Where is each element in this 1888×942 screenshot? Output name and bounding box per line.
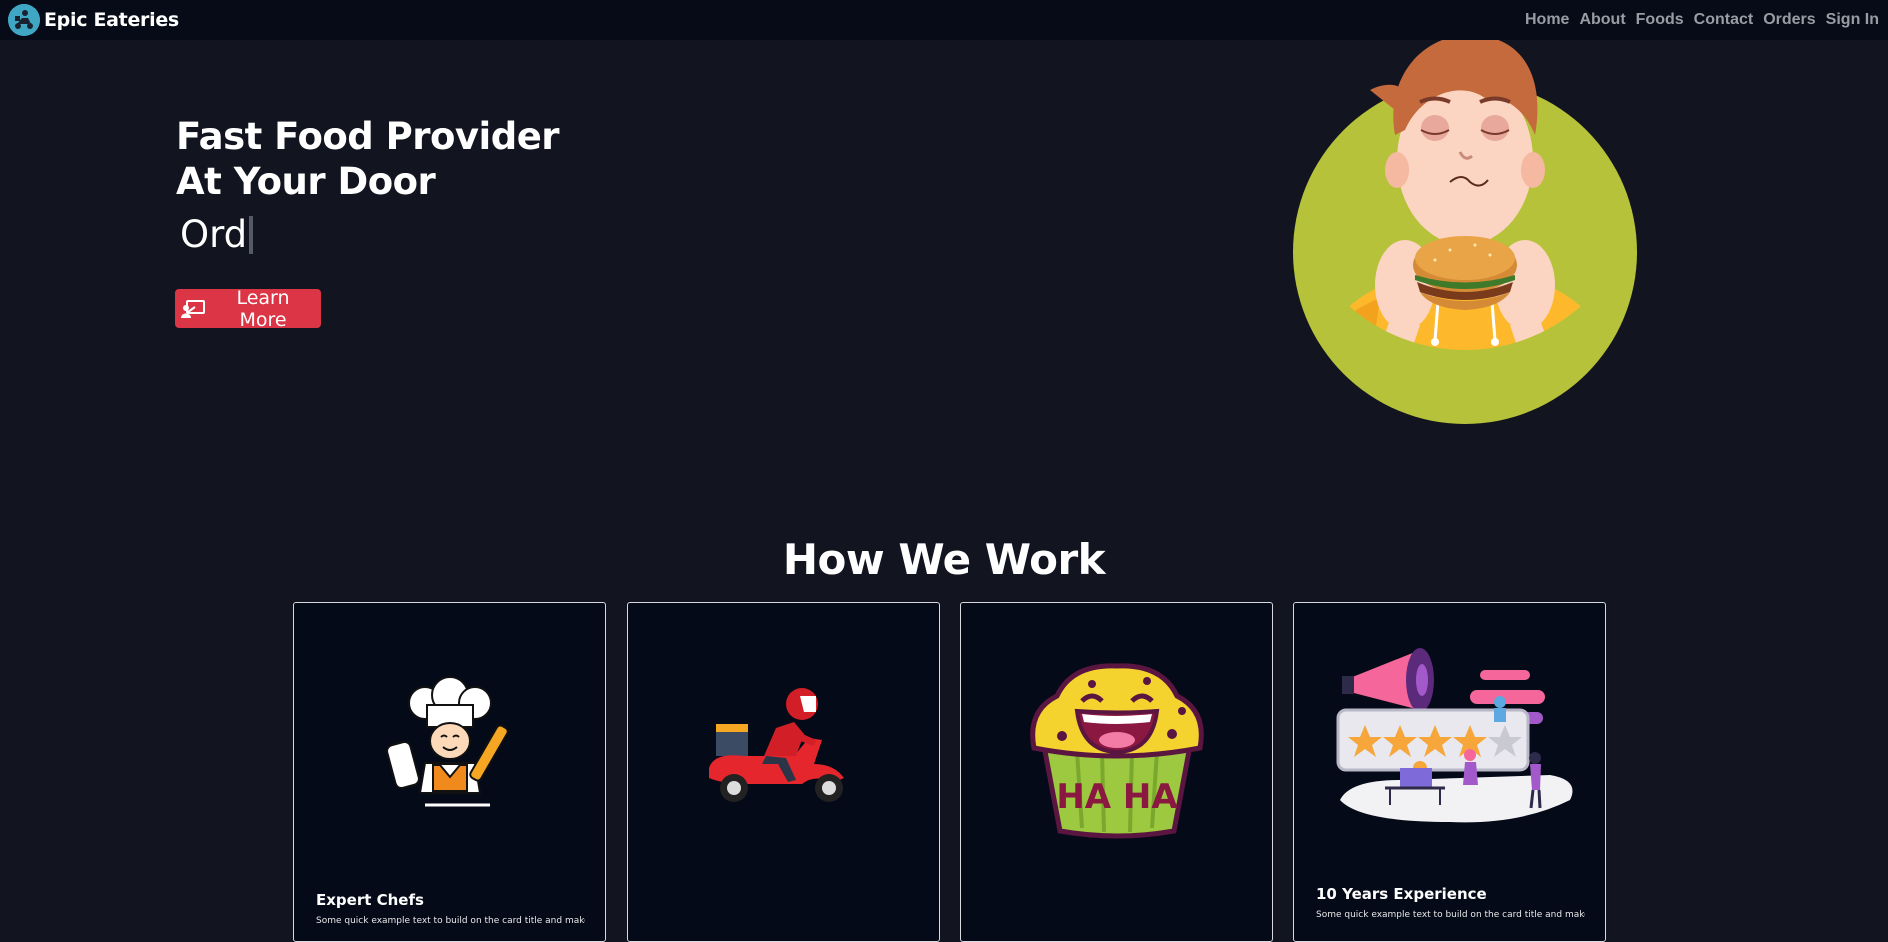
chef-illustration [294, 633, 605, 863]
how-we-work-title: How We Work [782, 535, 1106, 584]
hero-title: Fast Food Provider At Your Door [176, 114, 560, 204]
navbar: Epic Eateries Home About Foods Contact O… [0, 0, 1888, 40]
nav-link-foods[interactable]: Foods [1636, 11, 1684, 29]
learn-more-label: Learn More [236, 286, 290, 331]
card-fun: HA HA [960, 602, 1273, 942]
rating-megaphone-illustration [1294, 625, 1605, 855]
card-title-ten-years-experience: 10 Years Experience [1316, 885, 1487, 903]
hero-boy-eating-burger-image [1290, 40, 1640, 430]
learn-more-button[interactable]: Learn More [175, 286, 321, 331]
card-ten-years-experience: 10 Years Experience Some quick example t… [1293, 602, 1606, 942]
hero-title-line-1: Fast Food Provider [176, 115, 560, 158]
nav-links: Home About Foods Contact Orders Sign In [1520, 0, 1884, 40]
nav-link-about[interactable]: About [1579, 11, 1625, 29]
card-delivery [627, 602, 940, 942]
nav-link-home[interactable]: Home [1525, 11, 1569, 29]
presentation-icon [181, 299, 205, 318]
brand-logo-icon [8, 4, 40, 36]
nav-link-sign-in[interactable]: Sign In [1826, 11, 1879, 29]
nav-link-contact[interactable]: Contact [1694, 11, 1754, 29]
hero-title-line-2: At Your Door [176, 160, 436, 203]
svg-text:HA HA: HA HA [1056, 777, 1178, 817]
typed-text: Ord [180, 213, 248, 256]
nav-link-orders[interactable]: Orders [1763, 11, 1815, 29]
card-text-expert-chefs: Some quick example text to build on the … [316, 916, 585, 926]
brand-link[interactable]: Epic Eateries [8, 0, 179, 40]
delivery-scooter-illustration [628, 633, 939, 863]
typing-cursor [249, 216, 254, 254]
card-text-ten-years-experience: Some quick example text to build on the … [1316, 910, 1585, 920]
typed-text-line: Ord [180, 210, 254, 260]
haha-cupcake-illustration: HA HA [961, 633, 1272, 863]
brand-name: Epic Eateries [44, 9, 179, 31]
card-expert-chefs: Expert Chefs Some quick example text to … [293, 602, 606, 942]
card-title-expert-chefs: Expert Chefs [316, 891, 424, 909]
